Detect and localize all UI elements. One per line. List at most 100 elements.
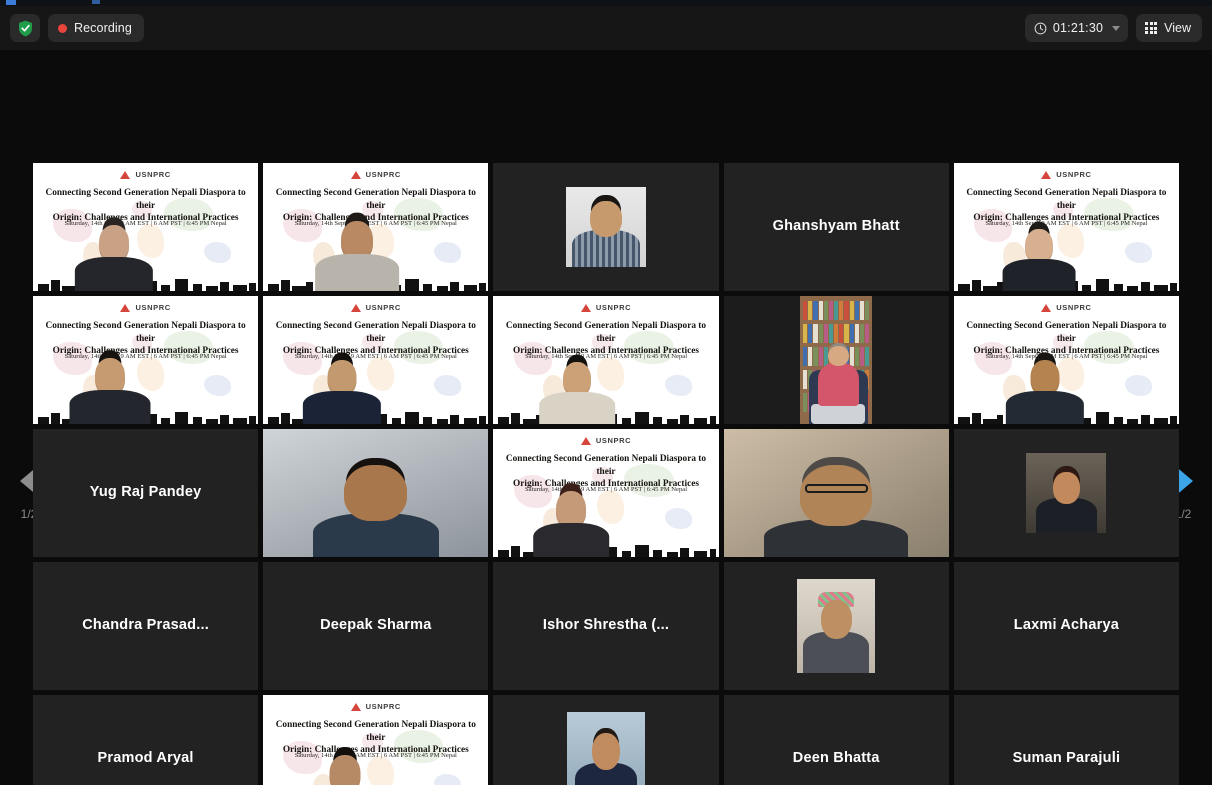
gallery-stage: 1/2 1/2 USNPRC Connecting Second Generati… <box>0 50 1212 785</box>
participant-torso <box>74 256 154 291</box>
grid-view-icon <box>1145 22 1158 34</box>
participant-torso <box>533 522 610 557</box>
participant-silhouette <box>533 429 610 557</box>
participant-silhouette <box>1002 163 1076 291</box>
usnprc-logo: USNPRC <box>33 303 258 312</box>
participant-name-label: Suman Parajuli <box>1012 750 1121 767</box>
virtual-background: USNPRC Connecting Second Generation Nepal… <box>493 429 719 557</box>
participant-torso <box>315 254 400 291</box>
participant-name-label: Ishor Shrestha (... <box>542 617 670 634</box>
avatar <box>565 187 646 267</box>
virtual-background: USNPRC Connecting Second Generation Nepal… <box>263 296 489 424</box>
participant-tile[interactable]: USNPRC Connecting Second Generation Nepal… <box>493 429 719 557</box>
event-subtitle: Saturday, 14th Sept | 9 AM EST | 6 AM PS… <box>294 353 457 360</box>
participant-silhouette <box>539 296 616 424</box>
participant-tile[interactable]: Deen Bhatta <box>723 695 949 785</box>
avatar <box>566 712 645 785</box>
header-left-group: Recording <box>10 14 144 42</box>
event-subtitle: Saturday, 14th Sept | 9 AM EST | 6 AM PS… <box>294 752 457 759</box>
participant-tile[interactable] <box>723 562 949 690</box>
participant-torso <box>1002 258 1076 291</box>
participant-silhouette <box>315 163 400 291</box>
participant-tile[interactable] <box>953 429 1179 557</box>
participant-tile[interactable] <box>723 296 949 424</box>
participant-tile[interactable]: USNPRC Connecting Second Generation Nepal… <box>263 163 489 291</box>
participant-name-label: Pramod Aryal <box>97 750 194 767</box>
participant-silhouette <box>69 296 151 424</box>
participant-tile[interactable]: Suman Parajuli <box>953 695 1179 785</box>
participant-tile[interactable]: USNPRC Connecting Second Generation Nepal… <box>953 296 1179 424</box>
virtual-background: USNPRC Connecting Second Generation Nepal… <box>33 296 259 424</box>
avatar-head <box>1052 472 1080 505</box>
camera-feed-bookshelf-room <box>723 296 949 424</box>
virtual-background: USNPRC Connecting Second Generation Nepal… <box>953 163 1179 291</box>
avatar-head <box>589 201 622 237</box>
event-subtitle: Saturday, 14th Sept | 9 AM EST | 6 AM PS… <box>524 353 688 360</box>
usnprc-logo-text: USNPRC <box>595 436 632 445</box>
desktop-icon-secondary <box>92 0 100 4</box>
camera-feed-beige-room-man <box>723 429 949 557</box>
participant-tile[interactable]: USNPRC Connecting Second Generation Nepal… <box>33 296 259 424</box>
virtual-background: USNPRC Connecting Second Generation Nepal… <box>493 296 719 424</box>
meeting-timer-button[interactable]: 01:21:30 <box>1024 14 1129 42</box>
bookshelf-row <box>803 301 870 321</box>
event-subtitle: Saturday, 14th Sept | 9 AM EST | 6 AM PS… <box>985 220 1148 227</box>
participant-legs <box>811 403 866 424</box>
participant-tile[interactable]: Ghanshyam Bhatt <box>723 163 949 291</box>
camera-feed-plain-room-man <box>263 429 489 557</box>
participant-tile[interactable]: Yug Raj Pandey <box>33 429 259 557</box>
participant-silhouette <box>303 296 382 424</box>
header-right-group: 01:21:30 View <box>1024 14 1202 42</box>
meeting-header-bar: Recording 01:21:30 View <box>0 6 1212 50</box>
virtual-background: USNPRC Connecting Second Generation Nepal… <box>263 695 489 785</box>
participant-tile[interactable]: Chandra Prasad... <box>33 562 259 690</box>
event-title: Connecting Second Generation Nepali Dias… <box>960 187 1173 225</box>
participant-tile[interactable] <box>723 429 949 557</box>
participant-tile[interactable]: USNPRC Connecting Second Generation Nepal… <box>263 296 489 424</box>
bookshelf-row <box>803 324 870 344</box>
event-title: Connecting Second Generation Nepali Dias… <box>269 320 482 358</box>
participant-tile[interactable]: Laxmi Acharya <box>953 562 1179 690</box>
participant-tile[interactable]: USNPRC Connecting Second Generation Nepal… <box>263 695 489 785</box>
usnprc-logo-text: USNPRC <box>135 303 171 312</box>
participant-name-label: Deepak Sharma <box>320 617 432 634</box>
participant-silhouette <box>1005 296 1084 424</box>
event-title: Connecting Second Generation Nepali Dias… <box>499 453 712 491</box>
participant-tile[interactable]: Ishor Shrestha (... <box>493 562 719 690</box>
participant-tile[interactable]: Pramod Aryal <box>33 695 259 785</box>
chevron-down-icon[interactable] <box>1112 25 1121 31</box>
avatar-head <box>820 599 852 640</box>
usnprc-logo: USNPRC <box>263 303 488 312</box>
event-subtitle: Saturday, 14th Sept | 9 AM EST | 6 AM PS… <box>524 486 688 493</box>
usnprc-logo: USNPRC <box>954 170 1179 179</box>
participant-head <box>800 464 873 527</box>
participant-tile[interactable] <box>493 695 719 785</box>
avatar-head <box>591 732 621 771</box>
participant-torso <box>69 389 151 424</box>
view-layout-button[interactable]: View <box>1136 14 1202 42</box>
participant-torso <box>303 390 382 424</box>
clock-icon <box>1034 22 1047 34</box>
participant-tile[interactable]: USNPRC Connecting Second Generation Nepal… <box>953 163 1179 291</box>
participant-name-label: Deen Bhatta <box>792 750 880 767</box>
participant-tile[interactable] <box>493 163 719 291</box>
usnprc-logo: USNPRC <box>493 303 718 312</box>
recording-indicator[interactable]: Recording <box>48 14 144 42</box>
event-title: Connecting Second Generation Nepali Dias… <box>269 719 482 757</box>
usnprc-logo: USNPRC <box>263 702 488 711</box>
usnprc-logo: USNPRC <box>33 170 258 179</box>
record-dot-icon <box>58 23 67 33</box>
participant-name-label: Yug Raj Pandey <box>89 484 202 501</box>
event-subtitle: Saturday, 14th Sept | 9 AM EST | 6 AM PS… <box>64 220 227 227</box>
participant-tile[interactable]: USNPRC Connecting Second Generation Nepal… <box>493 296 719 424</box>
participant-torso <box>818 362 859 407</box>
encryption-shield-button[interactable] <box>10 14 40 42</box>
participant-tile[interactable]: USNPRC Connecting Second Generation Nepal… <box>33 163 259 291</box>
participant-torso <box>539 391 616 424</box>
participant-tile[interactable]: Deepak Sharma <box>263 562 489 690</box>
event-subtitle: Saturday, 14th Sept | 9 AM EST | 6 AM PS… <box>64 353 227 360</box>
participant-name-label: Laxmi Acharya <box>1013 617 1119 634</box>
meeting-timer-value: 01:21:30 <box>1052 21 1104 35</box>
participant-tile[interactable] <box>263 429 489 557</box>
event-title: Connecting Second Generation Nepali Dias… <box>39 320 252 358</box>
